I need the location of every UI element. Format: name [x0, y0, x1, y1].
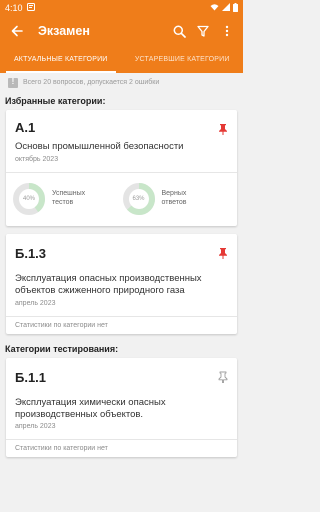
category-name: Эксплуатация опасных производственных об… [15, 272, 202, 296]
category-code: Б.1.3 [15, 245, 47, 261]
donut-chart: 63% [122, 182, 156, 216]
category-name: Эксплуатация химически опасных производс… [15, 396, 166, 420]
testing-section-title: Категории тестирования: [5, 343, 119, 354]
favorites-section-title: Избранные категории: [5, 96, 106, 106]
stat-label: Верных [161, 190, 187, 198]
donut-percent: 40% [22, 195, 35, 202]
search-button[interactable] [169, 20, 189, 42]
category-name: Основы промышленной безопасности [15, 141, 184, 152]
donut-chart: 40% [12, 182, 46, 216]
stat-successful-tests: 40% Успешных тестов [12, 182, 122, 216]
info-alert-icon [8, 77, 18, 88]
tab-current-categories[interactable]: АКТУАЛЬНЫЕ КАТЕГОРИИ [0, 46, 122, 73]
tab-bar: АКТУАЛЬНЫЕ КАТЕГОРИИ УСТАРЕВШИЕ КАТЕГОРИ… [0, 46, 243, 73]
stat-label: тестов [52, 198, 74, 206]
status-bar: 4:10 [0, 0, 243, 16]
signal-icon [222, 3, 230, 13]
page-title: Экзамен [38, 24, 90, 38]
stat-label: Успешных [52, 190, 86, 198]
more-options-button[interactable] [217, 20, 237, 42]
category-date: апрель 2023 [15, 299, 56, 307]
filter-button[interactable] [193, 20, 213, 42]
category-card[interactable]: Б.1.3 Эксплуатация опасных производствен… [6, 233, 237, 334]
exam-info-text: Всего 20 вопросов, допускается 2 ошибки [23, 79, 160, 86]
tab-outdated-categories[interactable]: УСТАРЕВШИЕ КАТЕГОРИИ [122, 46, 244, 73]
search-icon [173, 25, 186, 38]
category-card[interactable]: Б.1.1 Эксплуатация химически опасных про… [6, 357, 237, 458]
no-stats-text: Статистики по категории нет [15, 445, 108, 453]
pin-outline-icon[interactable] [218, 370, 228, 384]
stat-label: ответов [161, 198, 187, 206]
donut-percent: 63% [132, 195, 145, 202]
stat-correct-answers: 63% Верных ответов [122, 182, 232, 216]
category-code: А.1 [15, 120, 36, 135]
pin-icon[interactable] [218, 122, 228, 135]
wifi-icon [210, 3, 219, 13]
category-stats: 40% Успешных тестов 63% Верных ответов [6, 173, 237, 226]
more-vert-icon [225, 25, 229, 37]
filter-icon [197, 25, 209, 37]
back-button[interactable] [6, 20, 28, 42]
notification-icon [26, 3, 35, 13]
no-stats-text: Статистики по категории нет [15, 321, 108, 329]
exam-info-banner: Всего 20 вопросов, допускается 2 ошибки [0, 73, 243, 92]
status-time: 4:10 [5, 3, 23, 13]
pin-icon[interactable] [218, 246, 228, 259]
arrow-back-icon [11, 25, 23, 37]
category-date: октябрь 2023 [15, 155, 59, 163]
category-card[interactable]: А.1 Основы промышленной безопасности окт… [6, 110, 237, 226]
battery-icon [233, 2, 238, 14]
category-code: Б.1.1 [15, 369, 47, 385]
category-date: апрель 2023 [15, 423, 56, 431]
app-bar: Экзамен [0, 16, 243, 46]
